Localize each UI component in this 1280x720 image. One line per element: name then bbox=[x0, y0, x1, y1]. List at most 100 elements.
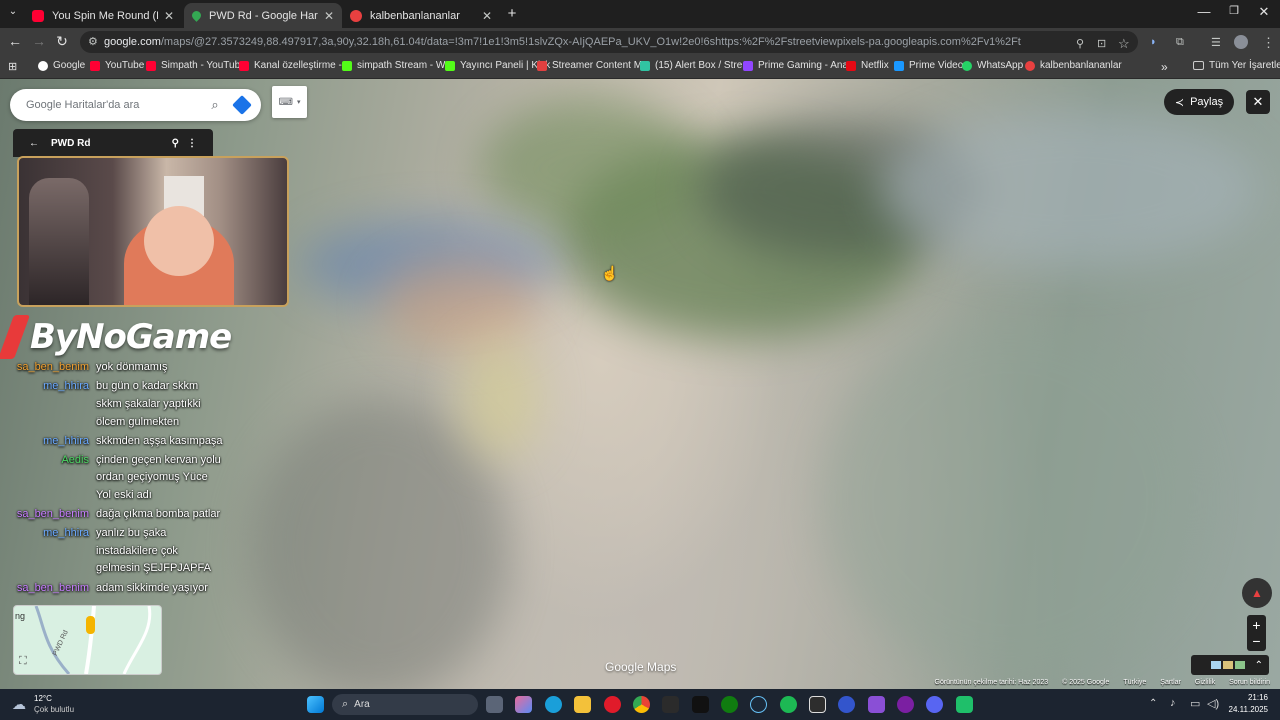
bookmark-simpath-youtube[interactable]: Simpath - YouTube bbox=[146, 60, 246, 71]
tab-youtube[interactable]: You Spin Me Round (Like A Rec ✕ bbox=[24, 3, 182, 28]
bookmark-kalbenbanlananlar[interactable]: kalbenbanlananlar bbox=[1025, 60, 1122, 71]
spotify-icon[interactable] bbox=[780, 696, 797, 713]
share-button[interactable]: ≺ Paylaş bbox=[1164, 89, 1234, 115]
capcut-icon[interactable] bbox=[809, 696, 826, 713]
pegman-icon[interactable] bbox=[86, 616, 95, 634]
edge-icon[interactable] bbox=[545, 696, 562, 713]
tab-kalbenbanlananlar[interactable]: kalbenbanlananlar ✕ bbox=[342, 3, 500, 28]
zoom-in-icon[interactable]: + bbox=[1252, 617, 1260, 633]
keyboard-input-button[interactable]: ⌨ ▾ bbox=[272, 86, 307, 118]
bookmark-star-icon[interactable]: ☆ bbox=[1118, 36, 1130, 52]
compass-button[interactable]: ▲ bbox=[1242, 578, 1272, 608]
app-icon[interactable] bbox=[838, 696, 855, 713]
bookmark-label: simpath Stream - W... bbox=[357, 60, 454, 71]
install-app-icon[interactable]: ⊡ bbox=[1097, 37, 1106, 50]
weather-cloud-icon[interactable]: ☁ bbox=[12, 696, 26, 713]
steam-icon[interactable] bbox=[750, 696, 767, 713]
zoom-out-icon[interactable]: − bbox=[1252, 633, 1260, 649]
taskbar-search[interactable]: ⌕ Ara bbox=[332, 694, 478, 715]
bookmark-alert-box[interactable]: (15) Alert Box / Stre... bbox=[640, 60, 751, 71]
location-pin-icon[interactable]: ⚲ bbox=[172, 138, 179, 149]
close-window-icon[interactable]: ✕ bbox=[1249, 4, 1279, 20]
tab-search-chevron-icon[interactable]: ⌄ bbox=[3, 6, 23, 17]
hand-cursor-icon: ☝ bbox=[601, 265, 619, 281]
bookmark-prime-gaming[interactable]: Prime Gaming - Ana... bbox=[743, 60, 856, 71]
bookmark-kick-panel[interactable]: Yayıncı Paneli | Kick bbox=[445, 60, 550, 71]
task-view-icon[interactable] bbox=[486, 696, 503, 713]
extensions-icon[interactable]: ⧉ bbox=[1176, 36, 1184, 49]
bookmark-google[interactable]: Google bbox=[38, 60, 85, 71]
tab-title: You Spin Me Round (Like A Rec bbox=[52, 9, 158, 22]
weather-desc: Çok bulutlu bbox=[34, 705, 75, 714]
layer-thumb-icon[interactable] bbox=[1210, 661, 1221, 669]
close-tab-icon[interactable]: ✕ bbox=[164, 9, 174, 23]
obs-icon[interactable] bbox=[897, 696, 914, 713]
video-editor-icon[interactable] bbox=[868, 696, 885, 713]
bookmark-kanal[interactable]: Kanal özelleştirme -... bbox=[239, 60, 350, 71]
minimize-icon[interactable]: — bbox=[1189, 4, 1219, 19]
forward-icon[interactable]: → bbox=[29, 33, 49, 49]
epic-games-icon[interactable] bbox=[662, 696, 679, 713]
microphone-icon[interactable]: ♪ bbox=[1170, 697, 1176, 709]
minimap[interactable]: ng PWD Rd ⛶ bbox=[13, 605, 162, 675]
more-bookmarks-icon[interactable]: » bbox=[1161, 60, 1168, 74]
maps-search-box[interactable]: Google Haritalar'da ara ⌕ bbox=[10, 89, 261, 121]
close-tab-icon[interactable]: ✕ bbox=[482, 9, 492, 23]
chrome-icon[interactable] bbox=[633, 696, 650, 713]
bookmark-label: Simpath - YouTube bbox=[161, 60, 246, 71]
site-info-icon[interactable]: ⚙ bbox=[88, 35, 98, 48]
copilot-icon[interactable] bbox=[515, 696, 532, 713]
layer-thumb-icon[interactable] bbox=[1234, 661, 1245, 669]
clock-date[interactable]: 24.11.2025 bbox=[1218, 705, 1268, 714]
region-link[interactable]: Türkiye bbox=[1123, 679, 1146, 686]
layers-control[interactable]: ⌃ bbox=[1191, 655, 1269, 675]
directions-icon[interactable] bbox=[232, 95, 252, 115]
capture-date: Görüntünün çekilme tarihi: Haz 2023 bbox=[934, 679, 1049, 686]
bookmark-prime-video[interactable]: Prime Video bbox=[894, 60, 963, 71]
privacy-link[interactable]: Gizlilik bbox=[1195, 679, 1215, 686]
tab-google-maps[interactable]: PWD Rd - Google Haritalar ✕ bbox=[184, 3, 342, 28]
bookmark-youtube[interactable]: YouTube bbox=[90, 60, 144, 71]
bookmark-streamer-content[interactable]: Streamer Content M... bbox=[537, 60, 650, 71]
file-explorer-icon[interactable] bbox=[574, 696, 591, 713]
windows-start-icon[interactable] bbox=[307, 696, 324, 713]
bookmark-kick-stream[interactable]: simpath Stream - W... bbox=[342, 60, 453, 71]
all-bookmarks-folder[interactable]: Tüm Yer İşaretleri bbox=[1193, 60, 1280, 71]
menu-kebab-icon[interactable]: ⋮ bbox=[1262, 35, 1275, 51]
search-icon[interactable]: ⌕ bbox=[207, 97, 223, 113]
media-controls-icon[interactable]: ☰ bbox=[1211, 36, 1221, 49]
bookmark-whatsapp[interactable]: WhatsApp bbox=[962, 60, 1023, 71]
xbox-icon[interactable] bbox=[721, 696, 738, 713]
reload-icon[interactable]: ↻ bbox=[52, 33, 72, 50]
close-street-view-button[interactable]: ✕ bbox=[1246, 90, 1270, 114]
bookmark-label: Kanal özelleştirme -... bbox=[254, 60, 351, 71]
layer-thumb-icon[interactable] bbox=[1222, 661, 1233, 669]
report-problem-link[interactable]: Sorun bildirin bbox=[1229, 679, 1270, 686]
terms-link[interactable]: Şartlar bbox=[1160, 679, 1181, 686]
network-icon[interactable]: ▭ bbox=[1190, 697, 1200, 710]
expand-map-icon[interactable]: ⛶ bbox=[19, 655, 27, 668]
search-input[interactable]: Google Haritalar'da ara bbox=[26, 99, 207, 111]
weather-temp: 12°C bbox=[34, 694, 52, 703]
tray-overflow-icon[interactable]: ⌃ bbox=[1149, 698, 1157, 709]
new-tab-icon[interactable]: + bbox=[502, 5, 522, 22]
address-bar[interactable]: ⚙ google.com /maps/@27.3573249,88.497917… bbox=[80, 31, 1138, 53]
more-options-icon[interactable]: ⋮ bbox=[187, 138, 197, 149]
figure-poster bbox=[29, 178, 89, 305]
expand-up-icon[interactable]: ⌃ bbox=[1255, 660, 1263, 671]
amazon-icon[interactable] bbox=[692, 696, 709, 713]
store-app-icon[interactable] bbox=[956, 696, 973, 713]
extension-sound-icon[interactable]: ◗ bbox=[1150, 36, 1157, 48]
back-icon[interactable]: ← bbox=[5, 33, 25, 49]
profile-avatar-icon[interactable] bbox=[1234, 35, 1248, 49]
opera-icon[interactable] bbox=[604, 696, 621, 713]
discord-icon[interactable] bbox=[926, 696, 943, 713]
close-tab-icon[interactable]: ✕ bbox=[324, 9, 334, 23]
location-icon[interactable]: ⚲ bbox=[1076, 37, 1084, 50]
bookmark-netflix[interactable]: Netflix bbox=[846, 60, 889, 71]
back-arrow-icon[interactable]: ← bbox=[29, 138, 39, 149]
apps-grid-icon[interactable]: ⊞ bbox=[8, 60, 17, 73]
clock-time[interactable]: 21:16 bbox=[1228, 693, 1268, 702]
bookmark-label: Netflix bbox=[861, 60, 889, 71]
restore-icon[interactable]: ❐ bbox=[1219, 4, 1249, 17]
